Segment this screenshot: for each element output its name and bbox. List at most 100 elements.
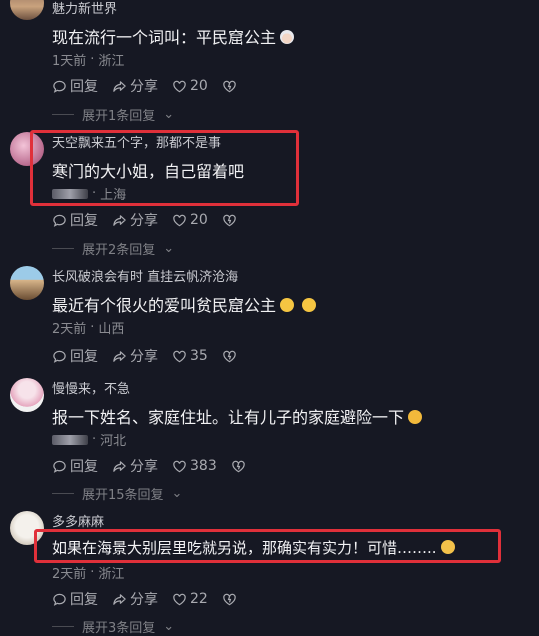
princess-emoji-icon	[280, 30, 295, 44]
reply-label: 回复	[70, 349, 98, 365]
comment-actions: 回复 分享 35	[52, 346, 251, 366]
comment-text: 最近有个很火的爱叫贫民窟公主	[52, 292, 317, 316]
comment-meta: 2天前 · 山西	[52, 318, 124, 337]
heart-icon	[173, 460, 186, 472]
heart-icon	[173, 350, 186, 362]
avatar[interactable]	[10, 378, 44, 412]
dislike-button[interactable]	[231, 459, 246, 474]
expand-label: 展开2条回复	[82, 243, 156, 258]
reply-icon	[53, 593, 66, 606]
like-count: 35	[190, 348, 208, 364]
reply-button[interactable]: 回复	[52, 589, 98, 609]
expand-replies[interactable]: 展开2条回复 ⌄	[52, 239, 174, 258]
heart-icon	[173, 593, 186, 605]
share-icon	[113, 460, 126, 472]
meta-separator: ·	[90, 52, 95, 67]
blurred-time	[52, 434, 88, 445]
share-button[interactable]: 分享	[112, 346, 158, 366]
comment-username[interactable]: 多多麻麻	[52, 511, 104, 530]
highlight-box	[34, 529, 501, 563]
like-count: 20	[190, 212, 208, 228]
like-button[interactable]: 22	[172, 591, 208, 607]
heart-icon	[173, 80, 186, 92]
comment-location: 河北	[100, 434, 127, 449]
expand-replies[interactable]: 展开15条回复 ⌄	[52, 484, 182, 503]
reply-label: 回复	[70, 213, 98, 229]
highlight-box	[30, 130, 299, 206]
like-count: 22	[190, 591, 208, 607]
share-label: 分享	[130, 592, 158, 608]
reply-label: 回复	[70, 592, 98, 608]
comment-username[interactable]: 魅力新世界	[52, 0, 117, 17]
dislike-button[interactable]	[222, 213, 237, 228]
comment-location: 山西	[98, 322, 125, 337]
comment-meta: 1天前 · 浙江	[52, 50, 124, 69]
share-button[interactable]: 分享	[112, 76, 158, 96]
comment-text-content: 报一下姓名、家庭住址。让有儿子的家庭避险一下	[52, 408, 405, 427]
comment-actions: 回复 分享 20	[52, 210, 251, 230]
expand-label: 展开1条回复	[82, 109, 156, 124]
dislike-button[interactable]	[222, 79, 237, 94]
share-icon	[113, 350, 126, 362]
star-eyes-emoji-icon	[280, 298, 295, 312]
reply-button[interactable]: 回复	[52, 456, 98, 476]
comment-actions: 回复 分享 383	[52, 456, 260, 476]
heart-icon	[173, 214, 186, 226]
comment-text: 报一下姓名、家庭住址。让有儿子的家庭避险一下	[52, 404, 423, 428]
chevron-down-icon: ⌄	[171, 486, 183, 501]
share-button[interactable]: 分享	[112, 456, 158, 476]
like-count: 20	[190, 78, 208, 94]
comment-actions: 回复 分享 20	[52, 76, 251, 96]
meta-separator: ·	[90, 565, 95, 580]
expand-divider	[52, 626, 74, 627]
comment-meta: 2天前 · 浙江	[52, 563, 124, 582]
share-label: 分享	[130, 79, 158, 95]
expand-divider	[52, 493, 74, 494]
meta-separator: ·	[90, 320, 95, 335]
expand-replies[interactable]: 展开3条回复 ⌄	[52, 617, 174, 636]
like-button[interactable]: 20	[172, 212, 208, 228]
comment-text-content: 现在流行一个词叫：平民窟公主	[52, 28, 277, 47]
comment-text: 现在流行一个词叫：平民窟公主	[52, 24, 295, 48]
share-icon	[113, 214, 126, 226]
comment-username[interactable]: 慢慢来，不急	[52, 378, 130, 397]
reply-button[interactable]: 回复	[52, 346, 98, 366]
dislike-button[interactable]	[222, 349, 237, 364]
chevron-down-icon: ⌄	[163, 241, 175, 256]
share-icon	[113, 80, 126, 92]
expand-divider	[52, 114, 74, 115]
like-button[interactable]: 35	[172, 348, 208, 364]
comment-time: 2天前	[52, 567, 87, 582]
like-count: 383	[190, 458, 217, 474]
comment-actions: 回复 分享 22	[52, 589, 251, 609]
expand-replies[interactable]: 展开1条回复 ⌄	[52, 105, 174, 124]
comment-location: 浙江	[98, 567, 125, 582]
reply-icon	[53, 80, 66, 93]
avatar[interactable]	[10, 266, 44, 300]
share-label: 分享	[130, 213, 158, 229]
chevron-down-icon: ⌄	[163, 107, 175, 122]
share-label: 分享	[130, 349, 158, 365]
share-button[interactable]: 分享	[112, 210, 158, 230]
share-icon	[113, 593, 126, 605]
laughing-tears-emoji-icon	[408, 410, 423, 424]
like-button[interactable]: 383	[172, 458, 217, 474]
reply-button[interactable]: 回复	[52, 76, 98, 96]
reply-icon	[53, 214, 66, 227]
avatar[interactable]	[10, 0, 44, 20]
share-button[interactable]: 分享	[112, 589, 158, 609]
share-label: 分享	[130, 459, 158, 475]
star-eyes-emoji-icon	[302, 298, 317, 312]
chevron-down-icon: ⌄	[163, 619, 175, 634]
dislike-button[interactable]	[222, 592, 237, 607]
expand-divider	[52, 248, 74, 249]
reply-icon	[53, 350, 66, 363]
broken-heart-icon	[223, 214, 236, 226]
meta-separator: ·	[92, 432, 97, 447]
like-button[interactable]: 20	[172, 78, 208, 94]
expand-label: 展开15条回复	[82, 488, 164, 503]
reply-icon	[53, 460, 66, 473]
reply-button[interactable]: 回复	[52, 210, 98, 230]
comment-location: 浙江	[98, 54, 125, 69]
comment-username[interactable]: 长风破浪会有时 直挂云帆济沧海	[52, 266, 238, 285]
